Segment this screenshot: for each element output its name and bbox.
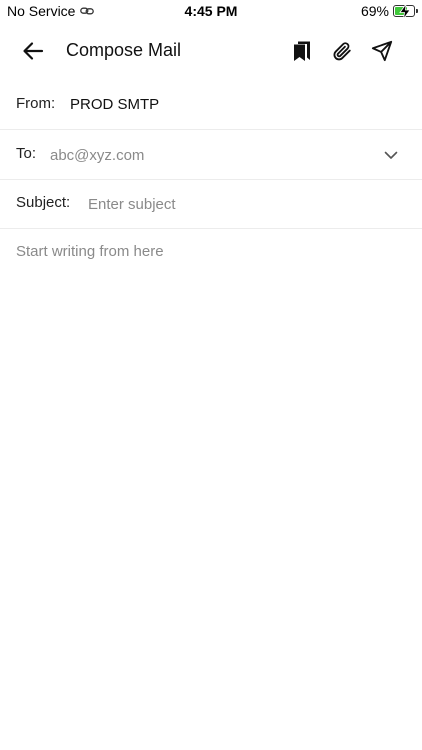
back-arrow-icon [23, 42, 44, 60]
send-icon [371, 40, 393, 62]
page-title: Compose Mail [66, 40, 182, 60]
from-row: From: PROD SMTP [0, 80, 422, 130]
to-label: To: [16, 145, 37, 162]
back-button[interactable] [20, 38, 46, 64]
message-body-input[interactable] [16, 233, 406, 733]
bookmark-icon [294, 41, 310, 61]
battery-percent: 69% [360, 3, 389, 19]
recipients-dropdown-button[interactable] [381, 145, 401, 165]
subject-input[interactable] [88, 191, 388, 217]
attach-button[interactable] [329, 38, 355, 64]
templates-button[interactable] [289, 38, 315, 64]
status-bar: No Service 4:45 PM 69% [0, 0, 422, 22]
chevron-down-icon [384, 151, 398, 159]
paperclip-icon [333, 42, 351, 61]
battery-charging-icon [393, 4, 418, 19]
battery-status: 69% [360, 3, 418, 19]
status-time: 4:45 PM [184, 3, 238, 19]
send-button[interactable] [369, 38, 395, 64]
to-input[interactable] [50, 142, 370, 168]
subject-row: Subject: [0, 179, 422, 229]
subject-label: Subject: [16, 194, 71, 211]
compose-header: Compose Mail [0, 28, 422, 74]
from-label: From: [16, 95, 56, 112]
from-value: PROD SMTP [70, 96, 160, 113]
to-row: To: [0, 130, 422, 180]
